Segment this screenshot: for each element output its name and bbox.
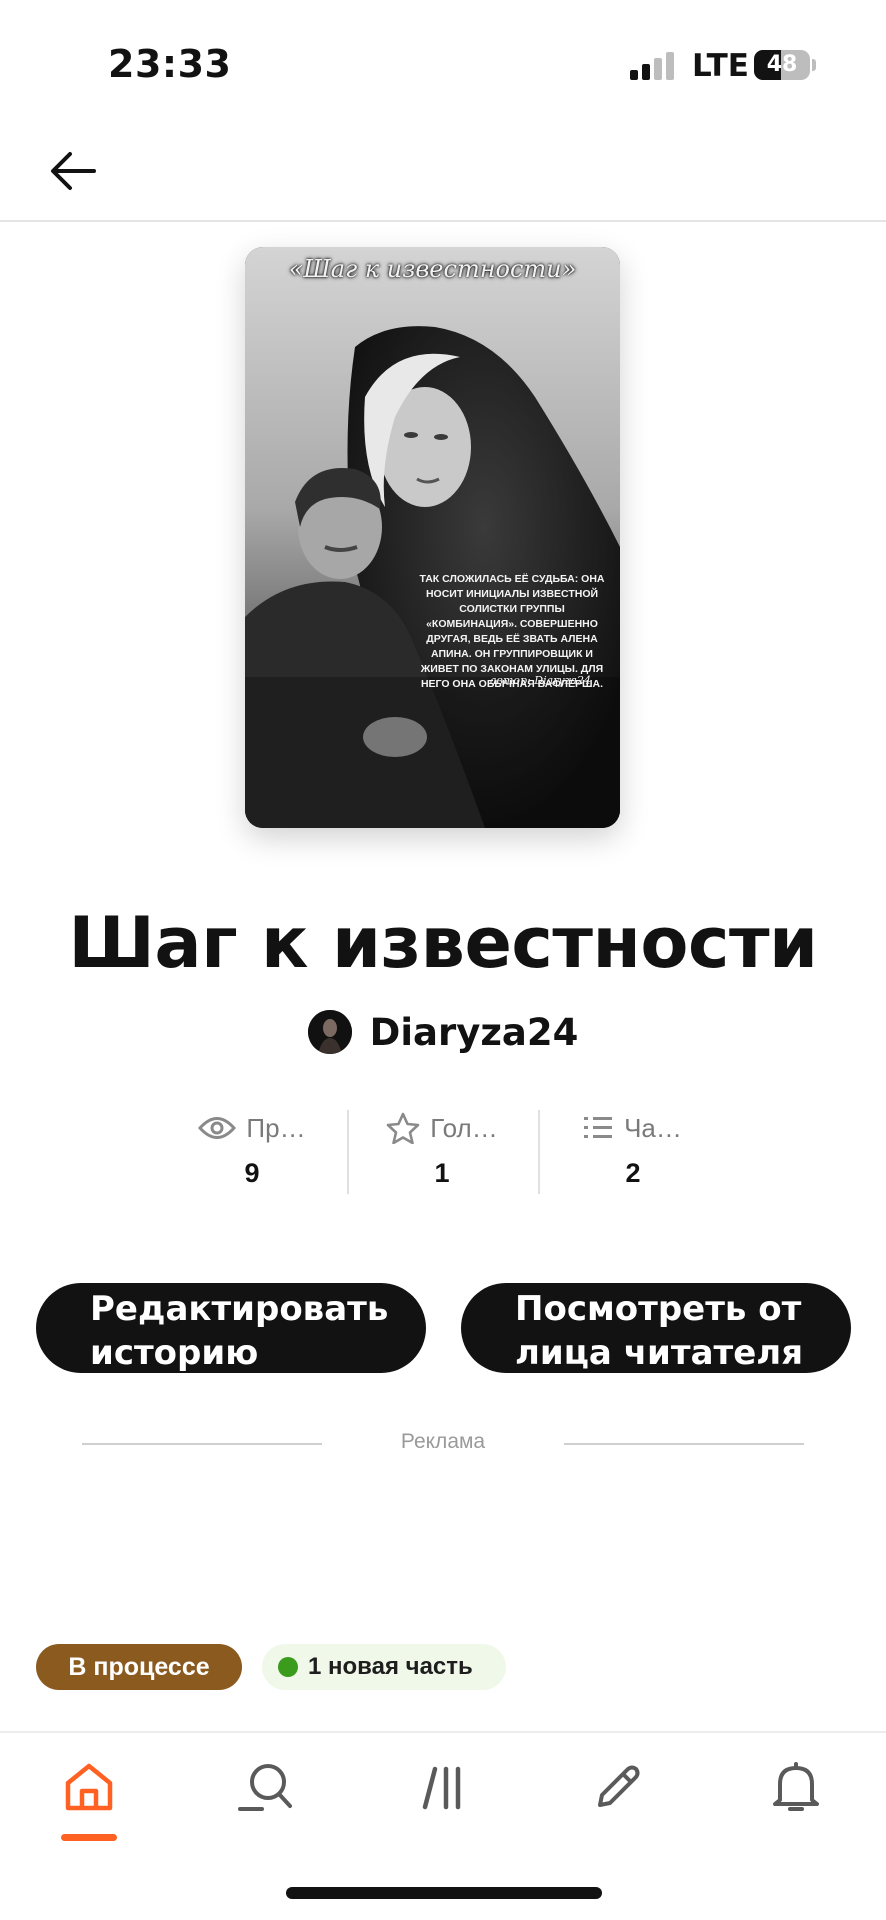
list-icon	[584, 1117, 613, 1138]
nav-library[interactable]	[403, 1752, 483, 1822]
back-button[interactable]	[38, 136, 108, 206]
nav-write[interactable]	[578, 1752, 658, 1822]
home-indicator	[286, 1887, 602, 1899]
status-bar: 23:33 LTE 48	[0, 0, 886, 120]
nav-active-indicator	[61, 1834, 117, 1841]
ad-divider-left	[82, 1443, 322, 1445]
stat-parts: Ча… 2	[538, 1106, 728, 1196]
nav-search[interactable]	[225, 1752, 305, 1822]
arrow-left-icon	[51, 152, 96, 190]
bell-icon	[773, 1762, 819, 1811]
battery-level: 48	[766, 52, 798, 77]
library-icon	[422, 1766, 461, 1810]
home-icon	[65, 1763, 113, 1811]
nav-divider	[0, 1731, 886, 1733]
new-parts-badge[interactable]: 1 новая часть	[262, 1644, 506, 1690]
edit-story-button[interactable]: Редактировать историю	[36, 1283, 426, 1373]
network-type: LTE	[692, 48, 749, 84]
battery-icon: 48	[754, 50, 810, 80]
status-time: 23:33	[108, 42, 232, 86]
eye-icon	[198, 1117, 237, 1139]
stat-votes: Гол… 1	[347, 1106, 537, 1196]
new-indicator-dot	[278, 1657, 298, 1677]
book-cover[interactable]: «Шаг к известности» Так сложилась её суд…	[245, 247, 620, 828]
stat-reads: Пр… 9	[157, 1106, 347, 1196]
nav-home[interactable]	[49, 1752, 129, 1822]
stat-votes-label: Гол…	[430, 1112, 498, 1143]
battery-cap	[812, 59, 816, 71]
pencil-icon	[598, 1765, 640, 1807]
header-divider	[0, 220, 886, 222]
stat-parts-value: 2	[625, 1158, 641, 1188]
status-badge: В процессе	[36, 1644, 242, 1690]
new-parts-label: 1 новая часть	[308, 1653, 473, 1680]
ad-label: Реклама	[400, 1430, 486, 1453]
signal-icon	[630, 50, 676, 80]
author-avatar	[307, 1010, 352, 1054]
book-title: Шаг к известности	[68, 902, 818, 984]
stat-parts-label: Ча…	[624, 1112, 682, 1143]
cover-photo	[245, 247, 620, 828]
cover-author: автор: Diaryza24	[490, 674, 591, 687]
ad-divider-right	[564, 1443, 804, 1445]
author-link[interactable]: Diaryza24	[0, 1010, 886, 1054]
reader-preview-button[interactable]: Посмотреть от лица читателя	[461, 1283, 851, 1373]
cover-title: «Шаг к известности»	[288, 255, 577, 283]
nav-notifications[interactable]	[756, 1752, 836, 1822]
search-icon	[238, 1764, 292, 1811]
author-name: Diaryza24	[369, 1010, 579, 1054]
stat-reads-value: 9	[244, 1158, 260, 1188]
stat-votes-value: 1	[434, 1158, 450, 1188]
stat-reads-label: Пр…	[246, 1112, 306, 1143]
star-icon	[386, 1112, 420, 1144]
